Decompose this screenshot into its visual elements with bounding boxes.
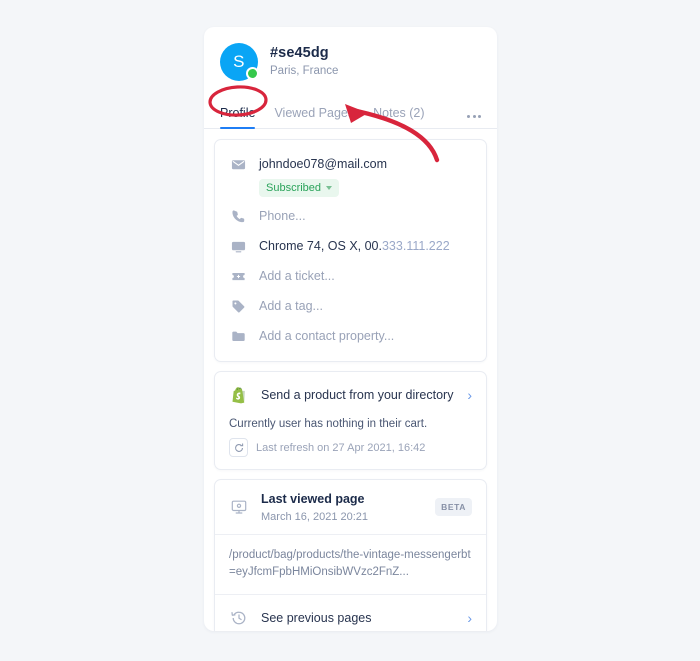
monitor-icon — [229, 237, 247, 255]
send-product-label: Send a product from your directory — [261, 388, 454, 402]
contact-property-value: Add a contact property... — [259, 329, 395, 343]
contact-panel: S #se45dg Paris, France Profile Viewed P… — [204, 27, 497, 631]
envelope-icon — [229, 155, 247, 173]
last-refresh-text: Last refresh on 27 Apr 2021, 16:42 — [256, 441, 426, 454]
panel-body: johndoe078@mail.com Subscribed Phone... — [204, 129, 497, 631]
tag-value: Add a tag... — [259, 299, 323, 313]
profile-header: S #se45dg Paris, France — [204, 27, 497, 82]
email-value: johndoe078@mail.com — [259, 157, 388, 171]
profile-identity: #se45dg Paris, France — [270, 45, 338, 79]
tab-profile[interactable]: Profile — [220, 106, 256, 129]
attribute-row-contact-property[interactable]: Add a contact property... — [215, 322, 486, 352]
status-badge[interactable]: Subscribed — [259, 179, 340, 197]
last-viewed-title: Last viewed page — [261, 492, 365, 506]
send-product-row[interactable]: Send a product from your directory › — [215, 372, 486, 418]
last-viewed-header: Last viewed page March 16, 2021 20:21 BE… — [215, 480, 486, 534]
phone-value: Phone... — [259, 209, 306, 223]
presence-online-icon — [246, 67, 259, 80]
product-directory-card: Send a product from your directory › Cur… — [214, 371, 487, 470]
see-previous-pages-row[interactable]: See previous pages › — [215, 595, 486, 631]
chevron-right-icon: › — [467, 387, 472, 403]
attribute-row-ticket[interactable]: Add a ticket... — [215, 262, 486, 292]
last-viewed-url[interactable]: /product/bag/products/the-vintage-messen… — [215, 533, 486, 595]
attribute-row-tag[interactable]: Add a tag... — [215, 292, 486, 322]
subscription-status-label: Subscribed — [266, 182, 322, 194]
tab-notes[interactable]: Notes (2) — [373, 106, 424, 128]
more-options-icon[interactable] — [467, 115, 481, 128]
last-viewed-date: March 16, 2021 20:21 — [261, 510, 369, 523]
ticket-value: Add a ticket... — [259, 269, 335, 283]
cart-status-text: Currently user has nothing in their cart… — [229, 418, 428, 430]
ip-address: 333.111.222 — [381, 239, 450, 253]
shopify-icon — [229, 385, 249, 405]
last-viewed-page-card: Last viewed page March 16, 2021 20:21 BE… — [214, 479, 487, 631]
tab-viewed-pages[interactable]: Viewed Pages — [274, 106, 354, 128]
profile-location: Paris, France — [270, 65, 339, 78]
folder-icon — [229, 327, 247, 345]
page-title: #se45dg — [270, 44, 329, 61]
attributes-card: johndoe078@mail.com Subscribed Phone... — [214, 139, 487, 362]
tag-icon — [229, 297, 247, 315]
monitor-eye-icon — [229, 497, 249, 517]
attribute-row-browser[interactable]: Chrome 74, OS X, 00.333.111.222 — [215, 232, 486, 262]
browser-value: Chrome 74, OS X, 00.333.111.222 — [259, 239, 450, 253]
attribute-row-phone[interactable]: Phone... — [215, 202, 486, 232]
beta-badge: BETA — [435, 498, 472, 517]
avatar[interactable]: S — [220, 43, 259, 81]
phone-icon — [229, 207, 247, 225]
refresh-row: Last refresh on 27 Apr 2021, 16:42 — [215, 435, 486, 469]
tab-bar: Profile Viewed Pages Notes (2) — [204, 96, 497, 129]
attribute-row-email[interactable]: johndoe078@mail.com Subscribed — [215, 150, 486, 202]
chevron-right-icon: › — [467, 610, 472, 627]
history-icon — [229, 608, 249, 628]
ticket-icon — [229, 267, 247, 285]
see-previous-pages-label: See previous pages — [261, 611, 372, 626]
chevron-down-icon — [326, 186, 333, 190]
refresh-icon[interactable] — [229, 438, 248, 457]
